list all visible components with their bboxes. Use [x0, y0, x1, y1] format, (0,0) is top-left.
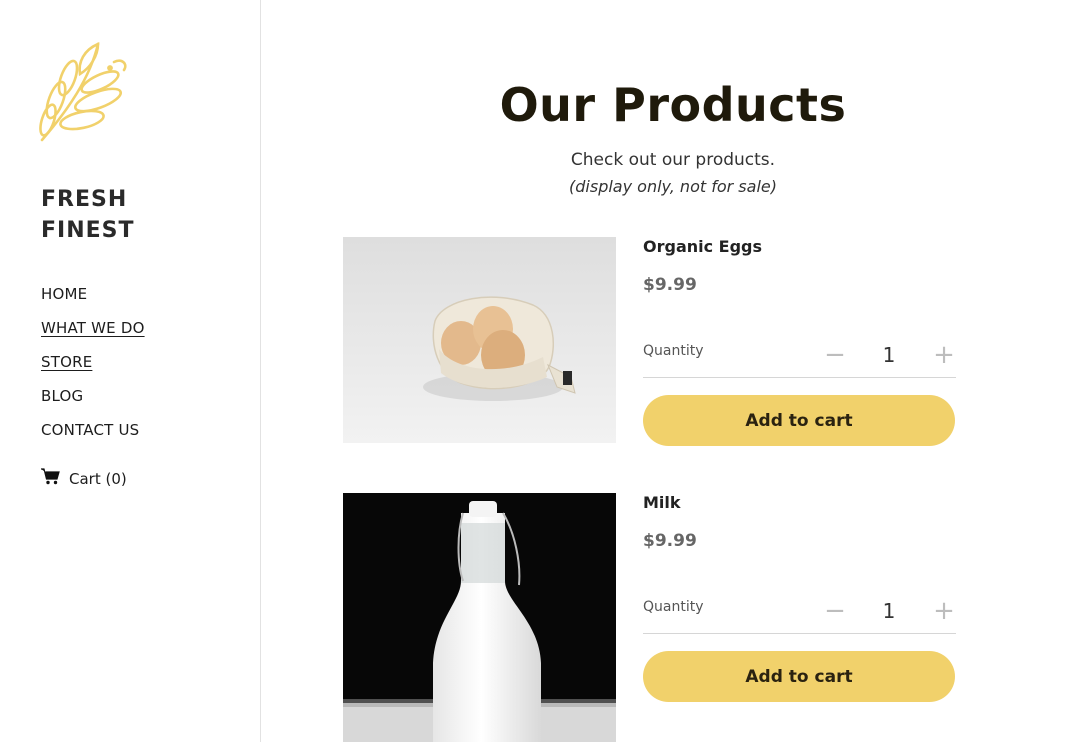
product-image-milk[interactable] — [343, 493, 616, 742]
plus-icon[interactable]: + — [931, 598, 957, 624]
product-card: Milk $9.99 Quantity − 1 + Add to cart — [343, 493, 956, 743]
product-name: Milk — [643, 493, 681, 512]
quantity-value[interactable]: 1 — [868, 343, 910, 367]
nav-store[interactable]: STORE — [41, 345, 145, 379]
add-to-cart-button[interactable]: Add to cart — [643, 651, 955, 702]
product-card: Organic Eggs $9.99 Quantity − 1 + Add to… — [343, 237, 956, 487]
cart-icon — [41, 468, 69, 489]
wheat-icon[interactable] — [38, 40, 146, 146]
cart-link[interactable]: Cart (0) — [41, 468, 127, 489]
nav-what-we-do[interactable]: WHAT WE DO — [41, 311, 145, 345]
brand-line1: FRESH — [41, 187, 128, 212]
quantity-row: Quantity − 1 + — [643, 595, 956, 634]
quantity-label: Quantity — [643, 343, 704, 359]
plus-icon[interactable]: + — [931, 342, 957, 368]
sidebar: FRESH FINEST HOME WHAT WE DO STORE BLOG … — [0, 0, 261, 742]
product-name: Organic Eggs — [643, 237, 763, 256]
nav-home[interactable]: HOME — [41, 277, 145, 311]
brand-line2: FINEST — [41, 218, 135, 243]
brand-name[interactable]: FRESH FINEST — [41, 184, 135, 246]
nav-blog[interactable]: BLOG — [41, 379, 145, 413]
product-price: $9.99 — [643, 275, 697, 295]
quantity-label: Quantity — [643, 599, 704, 615]
display-only-note: (display only, not for sale) — [569, 177, 777, 196]
product-image-eggs[interactable] — [343, 237, 616, 443]
add-to-cart-button[interactable]: Add to cart — [643, 395, 955, 446]
page-title: Our Products — [499, 78, 847, 132]
quantity-row: Quantity − 1 + — [643, 339, 956, 378]
nav-contact-us[interactable]: CONTACT US — [41, 413, 145, 447]
page-subtitle: Check out our products. — [570, 150, 776, 170]
main-nav: HOME WHAT WE DO STORE BLOG CONTACT US — [41, 277, 145, 447]
quantity-value[interactable]: 1 — [868, 599, 910, 623]
minus-icon[interactable]: − — [822, 598, 848, 624]
minus-icon[interactable]: − — [822, 342, 848, 368]
cart-label: Cart (0) — [69, 469, 127, 488]
product-price: $9.99 — [643, 531, 697, 551]
